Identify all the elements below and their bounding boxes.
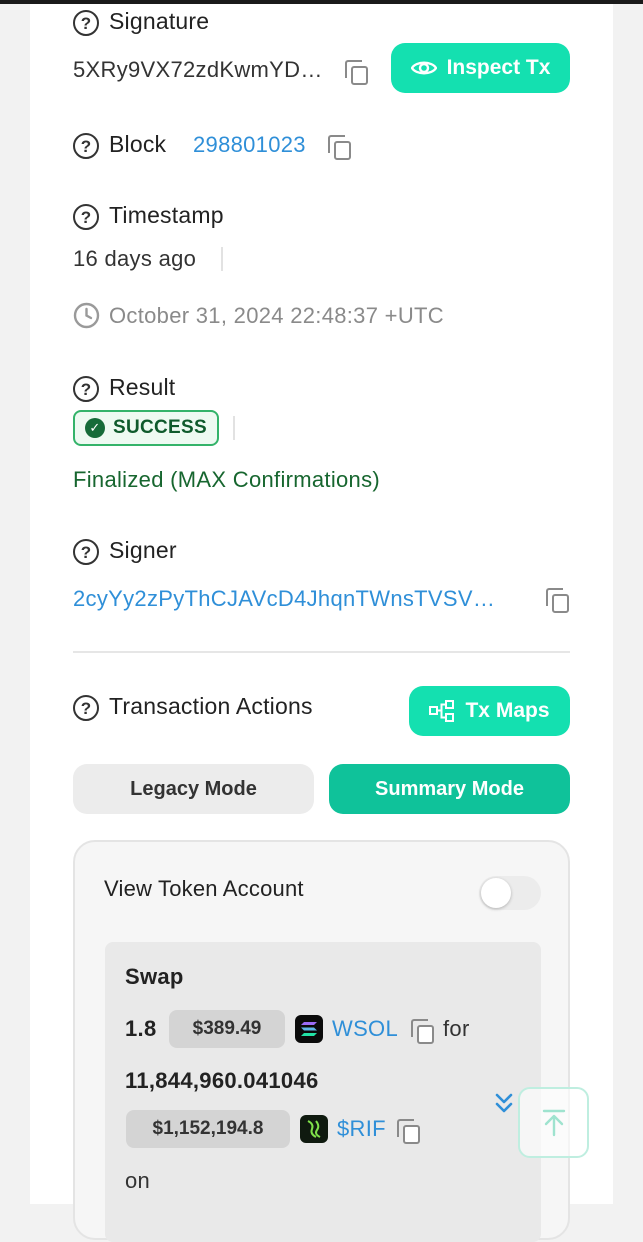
copy-icon[interactable] [345, 60, 371, 86]
status-badge-label: SUCCESS [113, 417, 207, 438]
copy-icon[interactable] [546, 588, 572, 614]
scroll-to-top-button[interactable] [518, 1087, 589, 1158]
flow-chart-icon [429, 700, 455, 722]
status-badge: ✓ SUCCESS [73, 410, 219, 446]
check-circle-icon: ✓ [85, 418, 106, 438]
timestamp-absolute: October 31, 2024 22:48:37 +UTC [109, 303, 444, 328]
for-text: for [443, 1016, 470, 1041]
divider [221, 247, 223, 271]
tx-maps-label: Tx Maps [465, 699, 550, 722]
amount-in: 1.8 [125, 1016, 157, 1041]
timestamp-label: Timestamp [109, 202, 224, 228]
question-circle-icon[interactable]: ? [73, 376, 99, 402]
rif-token-icon [300, 1115, 328, 1143]
divider [233, 416, 235, 440]
summary-panel: View Token Account Swap 1.8 $389.49 WSOL… [73, 840, 570, 1242]
token-in-link[interactable]: WSOL [332, 1016, 398, 1042]
double-chevron-down-icon[interactable] [494, 1092, 514, 1116]
tx-maps-button[interactable]: Tx Maps [409, 686, 570, 736]
view-token-account-label: View Token Account [104, 876, 304, 901]
question-circle-icon[interactable]: ? [73, 539, 99, 565]
question-circle-icon[interactable]: ? [73, 695, 99, 721]
wsol-token-icon [295, 1015, 323, 1043]
amount-out: 11,844,960.041046 [125, 1068, 319, 1093]
transaction-actions-label: Transaction Actions [109, 693, 313, 719]
amount-in-usd: $389.49 [169, 1010, 285, 1048]
eye-icon [410, 61, 437, 75]
signature-label: Signature [109, 8, 210, 34]
copy-icon[interactable] [397, 1119, 423, 1145]
timestamp-relative: 16 days ago [73, 246, 197, 271]
transaction-details-card: ? Signature 5XRy9VX72zdKwmYD… Inspect Tx… [30, 4, 613, 1242]
legacy-mode-button[interactable]: Legacy Mode [73, 764, 314, 814]
summary-mode-button[interactable]: Summary Mode [329, 764, 570, 814]
block-link[interactable]: 298801023 [193, 132, 306, 158]
token-out-link[interactable]: $RIF [337, 1116, 386, 1142]
finality-text: Finalized (MAX Confirmations) [73, 467, 381, 492]
toggle-knob [481, 878, 511, 908]
signer-label: Signer [109, 537, 177, 563]
swap-title: Swap [125, 964, 184, 989]
amount-out-usd: $1,152,194.8 [126, 1110, 290, 1148]
on-text: on [125, 1168, 151, 1193]
view-token-account-toggle[interactable] [479, 876, 541, 910]
question-circle-icon[interactable]: ? [73, 10, 99, 36]
arrow-up-to-line-icon [542, 1109, 565, 1136]
signer-link[interactable]: 2cyYy2zPyThCJAVcD4JhqnTWnsTVSV… [73, 586, 495, 612]
section-divider [73, 651, 570, 653]
copy-icon[interactable] [411, 1019, 437, 1045]
clock-icon [73, 302, 100, 329]
copy-icon[interactable] [328, 135, 354, 161]
signature-value[interactable]: 5XRy9VX72zdKwmYD… [73, 57, 323, 83]
block-label: Block [109, 131, 167, 157]
result-label: Result [109, 374, 176, 400]
question-circle-icon[interactable]: ? [73, 204, 99, 230]
inspect-tx-label: Inspect Tx [446, 56, 551, 79]
question-circle-icon[interactable]: ? [73, 133, 99, 159]
inspect-tx-button[interactable]: Inspect Tx [391, 43, 570, 93]
swap-action-card: Swap 1.8 $389.49 WSOL for 11,844,960.041… [105, 942, 541, 1242]
